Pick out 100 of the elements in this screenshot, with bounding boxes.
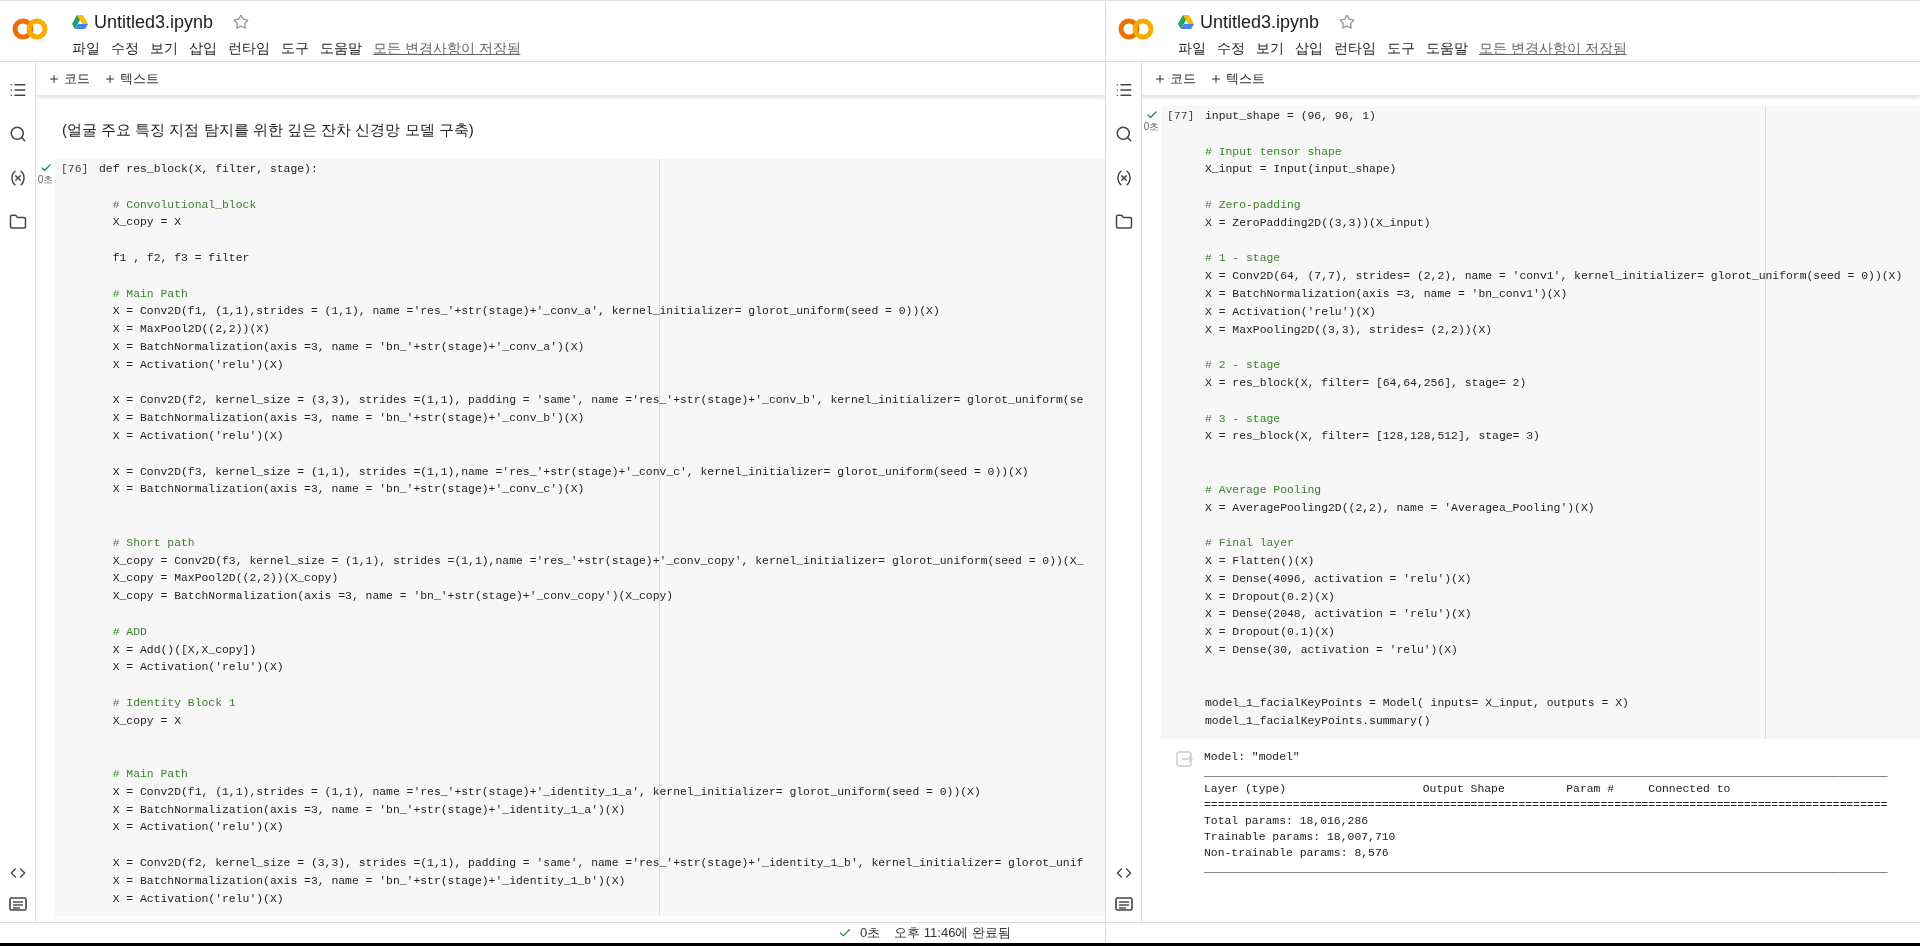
output-line: ==================================================================================================== [1204,797,1888,813]
plus-icon [1210,72,1222,85]
logo-icon [12,17,48,41]
code-line: f1 , f2, f3 = filter [111,251,251,266]
folder-icon[interactable] [8,213,27,231]
code-line: X = Activation('relu')(X) [1205,304,1377,320]
code-line: X = MaxPool2D((2,2))(X) [111,322,271,338]
code-line: X = MaxPooling2D((3,3), strides= (2,2))(X) [1205,322,1494,338]
add-cell-button[interactable]: 코드 [1154,68,1196,89]
code-line: X_copy = X [111,215,183,231]
menu-item[interactable]: 삽입 [189,39,217,60]
plus-icon [1154,72,1166,85]
menu-item[interactable]: 런타임 [1334,39,1376,60]
code-comment: # Average Pooling [1205,482,1323,498]
code-line: X = Dense(4096, activation = 'relu')(X) [1205,571,1473,587]
code-line: X = Activation('relu')(X) [111,891,285,907]
output-line: Model: "model" [1204,749,1301,765]
code-icon[interactable] [1115,865,1132,881]
triangle-logo-icon [1178,15,1194,29]
code-icon[interactable] [9,865,26,881]
plus-icon [104,72,116,85]
code-comment: # Main Path [111,286,189,302]
run-time: 0초 [37,174,54,185]
code-cell[interactable] [55,159,1105,917]
triangle-logo-icon [72,15,88,29]
run-time: 0초 [1143,121,1160,132]
menu-item[interactable]: 도구 [281,39,309,60]
code-line: model_1_facialKeyPoints.summary() [1205,714,1432,730]
execution-count: [76] [61,162,90,177]
status-duration: 0초 [860,924,881,943]
code-line: input_shape = (96, 96, 1) [1205,109,1377,124]
star-icon[interactable] [233,14,250,30]
code-line: X = Activation('relu')(X) [111,357,285,373]
code-comment: # Identity Block 1 [111,695,237,711]
code-line: X = Dropout(0.1)(X) [1205,625,1336,641]
code-line: X = res_block(X, filter= [128,128,512], stage= 3) [1205,429,1541,445]
add-cell-button[interactable]: 텍스트 [104,68,159,89]
plus-icon [48,72,60,85]
code-line: X = Dense(30, activation = 'relu')(X) [1205,642,1459,658]
code-line: X = Add()([X,X_copy]) [111,642,258,658]
menu-item[interactable]: 보기 [150,39,178,60]
save-status-link[interactable]: 모든 변경사항이 저장됨 [373,39,521,60]
logo-icon [1118,17,1154,41]
menu-item[interactable]: 도구 [1387,39,1415,60]
panel-icon[interactable] [8,897,27,911]
list-icon[interactable] [1114,81,1133,99]
status-message: 오후 11:46에 완료됨 [894,924,1012,943]
list-icon[interactable] [8,81,27,99]
code-line: X = Conv2D(f2, kernel_size = (3,3), strides =(1,1), padding = 'same', name ='res_'+str(stage)+'_identity_1_b', kernel_initializer= glorot_unif [111,856,1084,872]
notebook-title[interactable]: Untitled3.ipynb [94,8,214,36]
code-line: X = Conv2D(f3, kernel_size = (1,1), strides =(1,1),name ='res_'+str(stage)+'_conv_c', kernel_initializer= glorot_uniform(seed = 0))(X) [111,464,1030,480]
menu-item[interactable]: 런타임 [228,39,270,60]
code-line: X_copy = Conv2D(f3, kernel_size = (1,1), strides =(1,1),name ='res_'+str(stage)+'_conv_copy', kernel_initializer= glorot_uniform(seed = 0))(X_ [111,553,1084,569]
search-icon[interactable] [8,125,27,143]
code-line: X = Flatten()(X) [1205,553,1316,569]
code-comment: # Main Path [111,767,189,783]
folder-icon[interactable] [1114,213,1133,231]
output-line: Trainable params: 18,007,710 [1204,829,1397,845]
add-cell-button[interactable]: 코드 [48,68,90,89]
code-comment: # 2 - stage [1205,358,1282,374]
text-cell[interactable]: (얼굴 주요 특징 지점 탐지를 위한 깊은 잔차 신경망 모델 구축) [62,121,474,138]
output-line: ____________________________________________________________________________________________________ [1204,765,1888,781]
output-line: Non-trainable params: 8,576 [1204,845,1390,861]
menu-item[interactable]: 수정 [1217,39,1245,60]
code-line: X = BatchNormalization(axis =3, name = 'bn_'+str(stage)+'_conv_c')(X) [111,482,586,498]
code-line: X = Conv2D(64, (7,7), strides= (2,2), name = 'conv1', kernel_initializer= glorot_uniform(seed = 0))(X) [1205,269,1903,285]
code-comment: # Zero-padding [1205,198,1302,213]
code-line: X_copy = MaxPool2D((2,2))(X_copy) [111,571,340,587]
menu-item[interactable]: 보기 [1256,39,1284,60]
code-line: X = res_block(X, filter= [64,64,256], stage= 2) [1205,375,1528,391]
code-line: X = BatchNormalization(axis =3, name = 'bn_'+str(stage)+'_identity_1_a')(X) [111,802,627,818]
output-line: Total params: 18,016,286 [1204,813,1370,829]
code-comment: # Short path [111,535,196,551]
code-cell[interactable] [1161,106,1920,739]
code-line: X = BatchNormalization(axis =3, name = 'bn_conv1')(X) [1205,286,1569,302]
code-line: X = BatchNormalization(axis =3, name = 'bn_'+str(stage)+'_conv_b')(X) [111,411,586,427]
code-line: X = BatchNormalization(axis =3, name = 'bn_'+str(stage)+'_identity_1_b')(X) [111,873,627,889]
variable-icon[interactable] [8,169,27,187]
variable-icon[interactable] [1114,169,1133,187]
code-comment: # ADD [111,624,148,640]
code-line: X_copy = X [111,713,183,729]
code-comment: # 1 - stage [1205,251,1282,267]
save-status-link[interactable]: 모든 변경사항이 저장됨 [1479,39,1627,60]
add-cell-button[interactable]: 텍스트 [1210,68,1265,89]
code-line: X = Conv2D(f2, kernel_size = (3,3), strides =(1,1), padding = 'same', name ='res_'+str(stage)+'_conv_b', kernel_initializer= glorot_uniform(se [111,393,1084,409]
notebook-title[interactable]: Untitled3.ipynb [1200,8,1320,36]
code-line: X = Dropout(0.2)(X) [1205,589,1336,605]
panel-icon[interactable] [1114,897,1133,911]
star-icon[interactable] [1339,14,1356,30]
search-icon[interactable] [1114,125,1133,143]
menu-item[interactable]: 도움말 [1426,39,1468,60]
code-line: model_1_facialKeyPoints = Model( inputs= X_input, outputs = X) [1205,696,1630,712]
code-line: X_copy = BatchNormalization(axis =3, name = 'bn_'+str(stage)+'_conv_copy')(X_copy) [111,589,675,605]
execution-count: [77] [1167,109,1196,124]
menu-item[interactable]: 삽입 [1295,39,1323,60]
menu-item[interactable]: 수정 [111,39,139,60]
code-line: X = BatchNormalization(axis =3, name = 'bn_'+str(stage)+'_conv_a')(X) [111,339,586,355]
menu-item[interactable]: 도움말 [320,39,362,60]
menu-item[interactable]: 파일 [72,39,100,60]
menu-item[interactable]: 파일 [1178,39,1206,60]
